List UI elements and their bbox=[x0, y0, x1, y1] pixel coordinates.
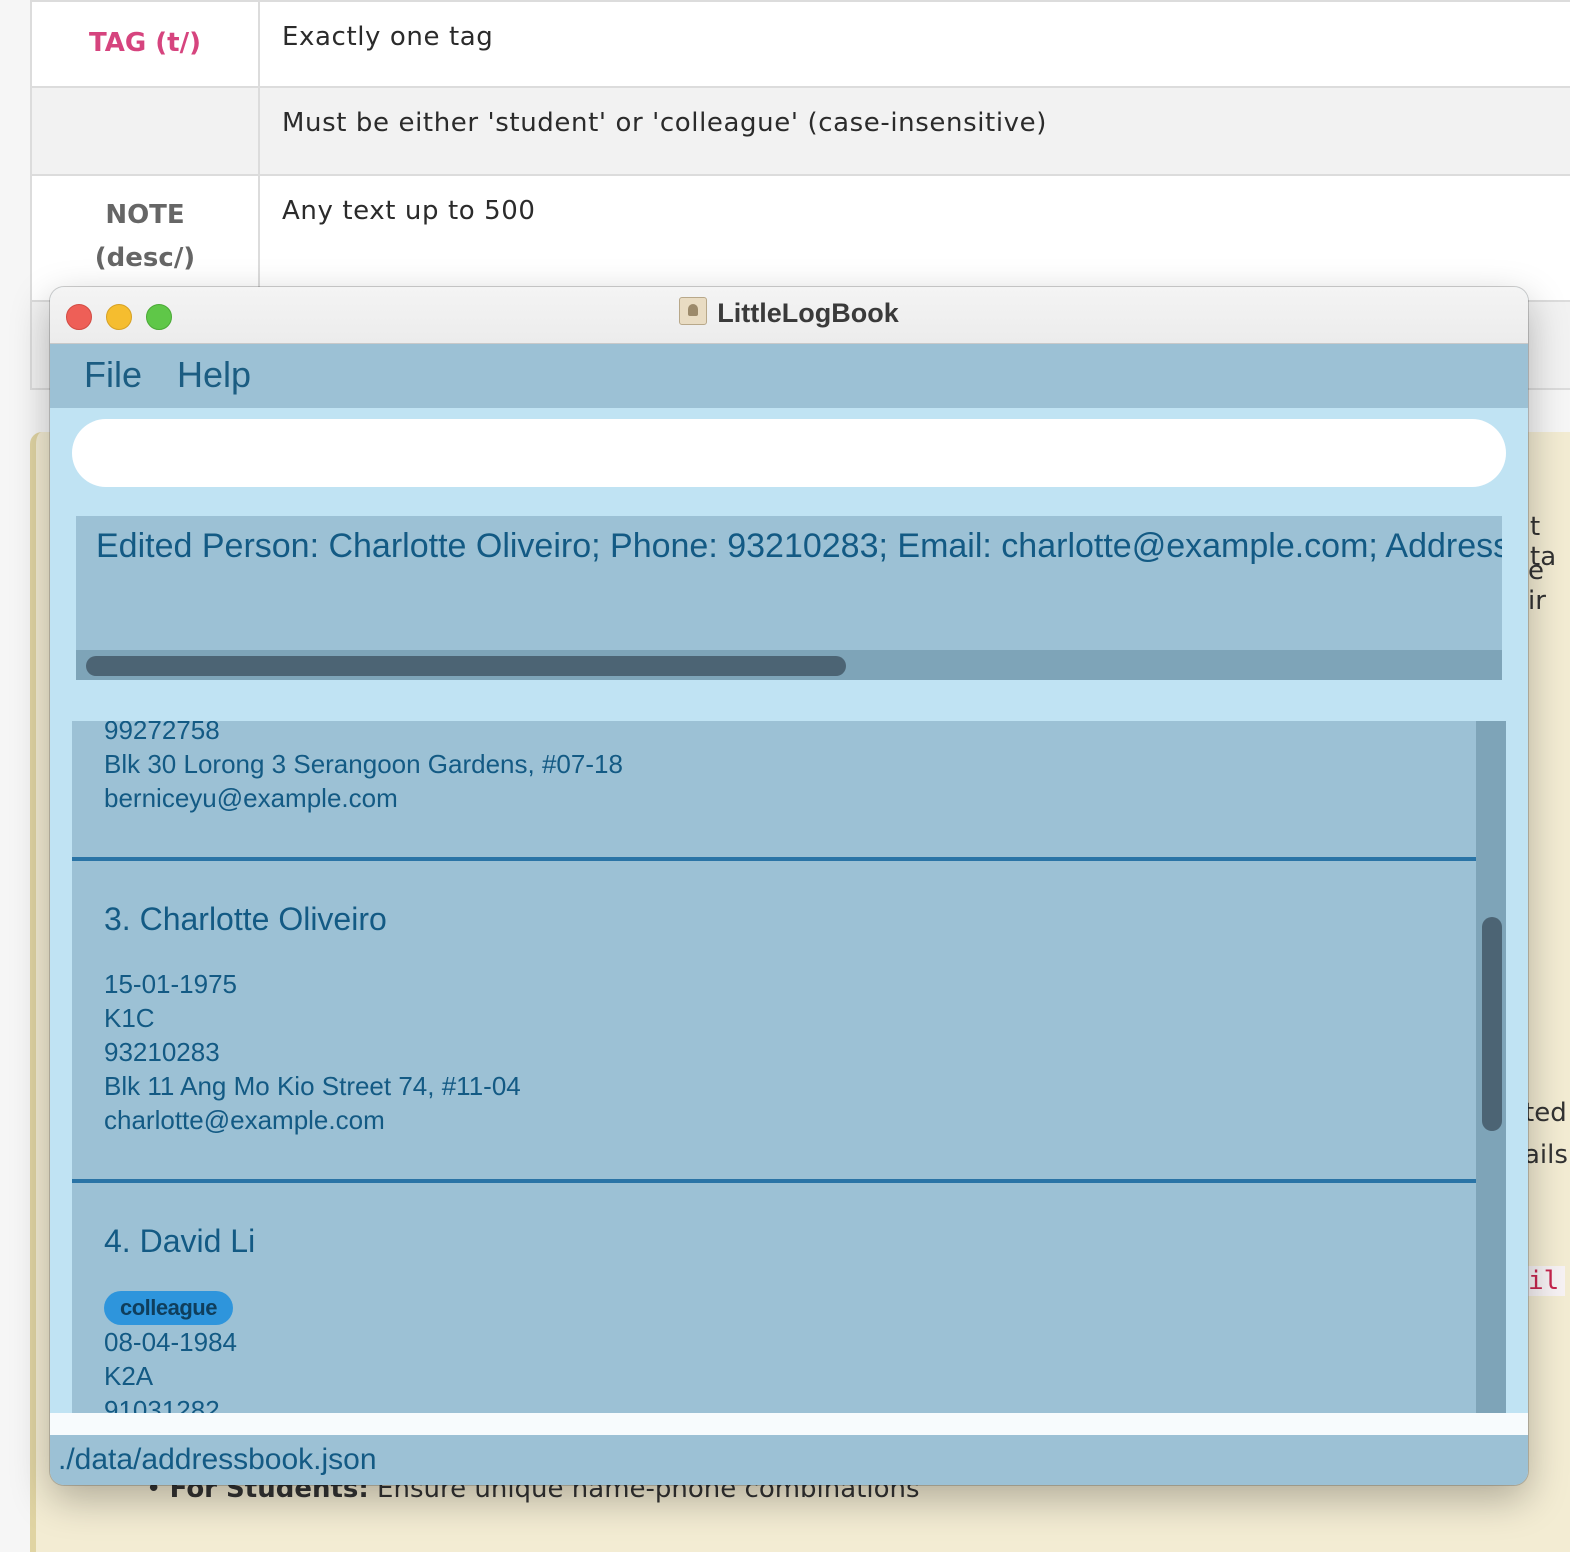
field-description: Any text up to 500 bbox=[282, 196, 536, 226]
field-name bbox=[32, 88, 260, 174]
window-title: LittleLogBook bbox=[50, 287, 1528, 343]
field-name-line2: (desc/) bbox=[94, 243, 196, 273]
title-bar[interactable]: LittleLogBook bbox=[50, 287, 1528, 344]
app-window: LittleLogBook File Help Edited Person: C… bbox=[50, 287, 1528, 1485]
doc-row-note: NOTE (desc/) Any text up to 500 bbox=[32, 176, 1570, 302]
doc-peek-text: ails bbox=[1524, 1140, 1568, 1170]
result-text: Edited Person: Charlotte Oliveiro; Phone… bbox=[96, 527, 1502, 565]
field-description: Exactly one tag bbox=[282, 22, 494, 52]
doc-row-tag-detail: Must be either 'student' or 'colleague' … bbox=[32, 88, 1570, 176]
vertical-scrollbar[interactable] bbox=[1476, 721, 1506, 1413]
field-name-text: TAG (t/) bbox=[89, 28, 201, 58]
person-phone: 93210283 bbox=[104, 1037, 220, 1067]
person-card[interactable]: 99272758 Blk 30 Lorong 3 Serangoon Garde… bbox=[72, 721, 1476, 861]
person-card[interactable]: 4. David Li colleague 08-04-1984 K2A 910… bbox=[72, 1183, 1476, 1413]
addressbook-icon bbox=[679, 297, 708, 325]
doc-peek-text: e ir bbox=[1528, 556, 1546, 616]
horizontal-scrollbar-thumb[interactable] bbox=[86, 656, 846, 676]
tag-badge: colleague bbox=[104, 1291, 233, 1325]
window-title-text: LittleLogBook bbox=[717, 298, 899, 328]
field-name-line1: NOTE bbox=[105, 200, 185, 230]
doc-peek-text: ted bbox=[1524, 1098, 1567, 1128]
doc-row-tag: TAG (t/) Exactly one tag bbox=[32, 0, 1570, 88]
person-class: K1C bbox=[104, 1003, 155, 1033]
status-bar: ./data/addressbook.json bbox=[50, 1435, 1528, 1485]
person-class: K2A bbox=[104, 1361, 154, 1391]
person-address: Blk 30 Lorong 3 Serangoon Gardens, #07-1… bbox=[104, 749, 623, 779]
person-card[interactable]: 3. Charlotte Oliveiro 15-01-1975 K1C 932… bbox=[72, 861, 1476, 1183]
doc-peek-code: il bbox=[1522, 1266, 1566, 1296]
menu-file[interactable]: File bbox=[84, 352, 142, 398]
person-list: 99272758 Blk 30 Lorong 3 Serangoon Garde… bbox=[72, 721, 1506, 1413]
menu-help[interactable]: Help bbox=[177, 352, 251, 398]
status-file-path: ./data/addressbook.json bbox=[58, 1443, 377, 1476]
person-phone: 99272758 bbox=[104, 721, 220, 745]
person-address: Blk 11 Ang Mo Kio Street 74, #11-04 bbox=[104, 1071, 521, 1101]
person-email: charlotte@example.com bbox=[104, 1105, 385, 1135]
field-name: NOTE (desc/) bbox=[32, 176, 260, 300]
horizontal-scrollbar[interactable] bbox=[76, 650, 1502, 680]
person-birthday: 15-01-1975 bbox=[104, 969, 237, 999]
person-birthday: 08-04-1984 bbox=[104, 1327, 237, 1357]
person-email: berniceyu@example.com bbox=[104, 783, 398, 813]
field-name: TAG (t/) bbox=[32, 2, 260, 86]
result-display: Edited Person: Charlotte Oliveiro; Phone… bbox=[76, 516, 1502, 680]
field-description: Must be either 'student' or 'colleague' … bbox=[282, 108, 1047, 138]
person-phone: 91031282 bbox=[104, 1395, 220, 1413]
person-name: 4. David Li bbox=[104, 1223, 256, 1259]
vertical-scrollbar-thumb[interactable] bbox=[1482, 917, 1502, 1131]
menu-bar: File Help bbox=[50, 344, 1528, 408]
person-name: 3. Charlotte Oliveiro bbox=[104, 901, 387, 937]
command-input[interactable] bbox=[72, 419, 1506, 487]
list-bottom-spacer bbox=[50, 1413, 1528, 1435]
